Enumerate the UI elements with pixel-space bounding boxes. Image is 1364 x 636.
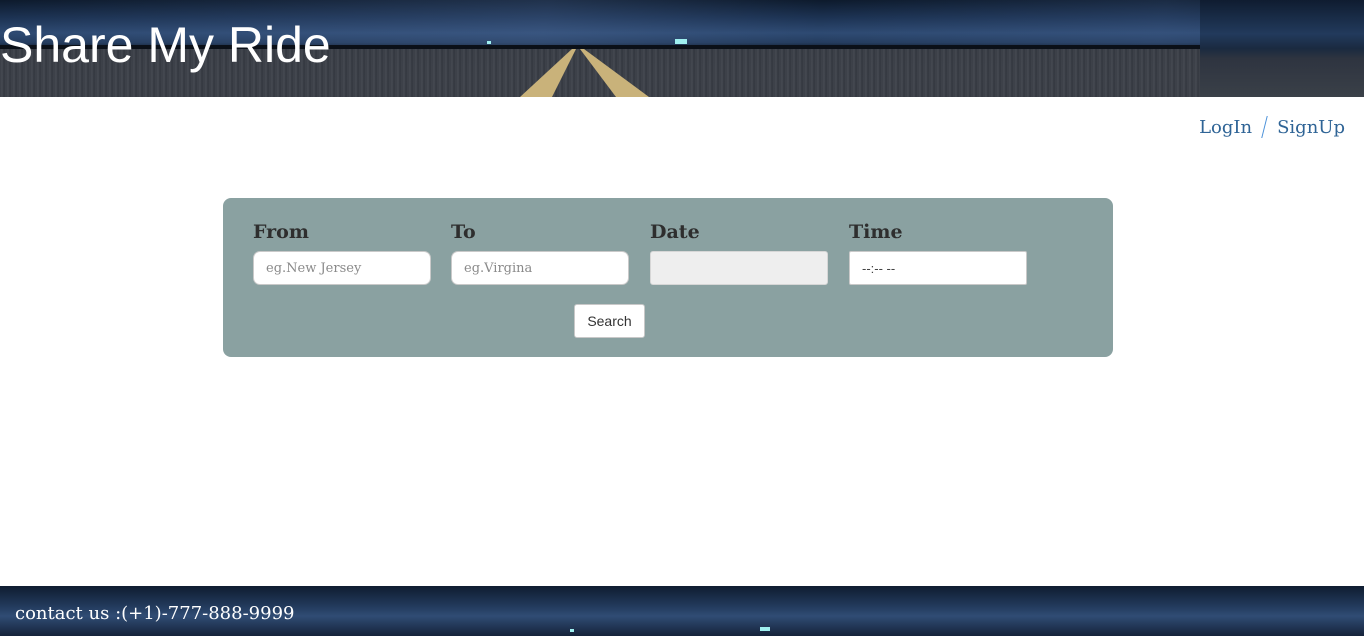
from-field-group: From [253,220,431,285]
date-input[interactable] [650,251,828,285]
road-light [487,41,491,44]
from-input[interactable] [253,251,431,285]
time-label: Time [849,221,903,243]
date-field-group: Date [650,220,828,285]
site-title: Share My Ride [0,17,331,73]
signup-link[interactable]: SignUp [1277,117,1345,138]
auth-nav: LogIn SignUp [1199,116,1345,138]
footer-banner: contact us :(+1)-777-888-9999 [0,586,1364,636]
time-field-group: Time [849,220,1027,285]
header-banner: Share My Ride [0,0,1364,97]
to-label: To [451,221,476,243]
to-field-group: To [451,220,629,285]
road-light [760,627,770,631]
road-light [675,39,687,44]
login-link[interactable]: LogIn [1199,117,1252,138]
banner-right-panel [1200,0,1364,97]
auth-separator [1261,116,1268,138]
contact-info: contact us :(+1)-777-888-9999 [15,603,295,624]
from-label: From [253,221,309,243]
search-button[interactable]: Search [574,304,645,338]
time-input[interactable] [849,251,1027,285]
ride-search-panel: From To Date Time Search [223,198,1113,357]
to-input[interactable] [451,251,629,285]
road-light [570,629,574,632]
date-label: Date [650,221,700,243]
